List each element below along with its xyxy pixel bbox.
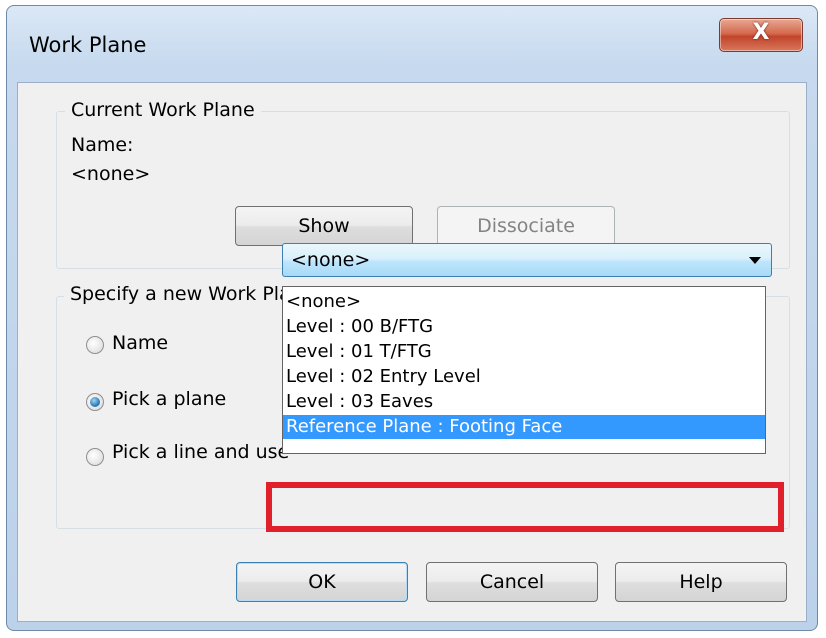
dropdown-item[interactable]: Level : 00 B/FTG (283, 315, 765, 339)
pick-plane-radio-label[interactable]: Pick a plane (112, 388, 226, 410)
dissociate-button[interactable]: Dissociate (437, 206, 615, 246)
dropdown-item-selected[interactable]: Reference Plane : Footing Face (283, 415, 765, 439)
name-radio-label[interactable]: Name (112, 332, 168, 354)
close-button[interactable]: X (719, 18, 803, 52)
work-plane-dropdown-list[interactable]: <none> Level : 00 B/FTG Level : 01 T/FTG… (282, 286, 766, 454)
work-plane-name-combo[interactable]: <none> (282, 243, 772, 277)
pick-line-radio[interactable] (86, 448, 104, 466)
pick-line-radio-label[interactable]: Pick a line and use (112, 441, 289, 463)
highlight-annotation (266, 482, 784, 532)
dropdown-item[interactable]: Level : 02 Entry Level (283, 365, 765, 389)
current-name-value: <none> (71, 163, 151, 185)
cancel-button[interactable]: Cancel (426, 562, 598, 602)
show-button[interactable]: Show (235, 206, 413, 246)
dropdown-item[interactable]: Level : 01 T/FTG (283, 340, 765, 364)
combo-value: <none> (291, 249, 371, 271)
close-icon: X (752, 20, 770, 45)
pick-plane-radio[interactable] (86, 393, 104, 411)
dialog-title: Work Plane (29, 33, 147, 57)
help-button[interactable]: Help (615, 562, 787, 602)
title-bar[interactable]: Work Plane X (7, 6, 817, 82)
dropdown-item[interactable]: Level : 03 Eaves (283, 390, 765, 414)
name-label: Name: (71, 134, 134, 156)
dropdown-item[interactable]: <none> (283, 290, 765, 314)
current-work-plane-legend: Current Work Plane (65, 99, 261, 121)
chevron-down-icon[interactable] (749, 257, 761, 264)
name-radio[interactable] (86, 336, 104, 354)
ok-button[interactable]: OK (236, 562, 408, 602)
